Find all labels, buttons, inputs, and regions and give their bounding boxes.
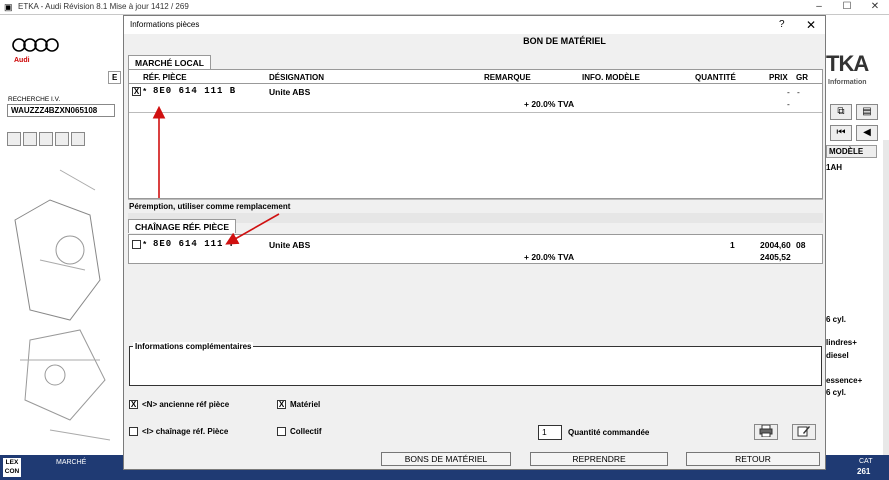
maximize-icon[interactable]: ☐ xyxy=(833,0,861,14)
app-icon: ▣ xyxy=(4,2,13,12)
row-checkbox[interactable] xyxy=(132,240,141,249)
search-label: RECHERCHE I.V. xyxy=(8,96,61,103)
row-ref: 8E0 614 111 B xyxy=(153,86,237,96)
row-prix: - xyxy=(787,87,790,97)
chainage-label: <I> chaînage réf. Pièce xyxy=(142,427,229,436)
minimize-icon[interactable]: – xyxy=(805,0,833,14)
help-icon[interactable]: ? xyxy=(779,19,785,30)
row-checkbox[interactable]: X xyxy=(132,87,141,96)
col-designation: DÉSIGNATION xyxy=(269,73,324,82)
right-text-5: essence+ xyxy=(826,376,863,385)
row-prix-ttc: - xyxy=(787,99,790,109)
col-quantite: QUANTITÉ xyxy=(695,73,736,82)
quantity-input[interactable]: 1 xyxy=(538,425,562,440)
tab-marche-local[interactable]: MARCHÉ LOCAL xyxy=(128,55,211,69)
reprendre-button[interactable]: REPRENDRE xyxy=(530,452,668,466)
row-gr: - xyxy=(797,87,800,97)
status-cat-number: 261 xyxy=(857,467,871,476)
materiel-label: Matériel xyxy=(290,400,321,409)
vin-input[interactable]: WAUZZZ4BZXN065108 xyxy=(7,104,115,117)
chainage-checkbox[interactable] xyxy=(129,427,138,436)
right-text-6: 6 cyl. xyxy=(826,388,847,397)
status-cat-label: CAT xyxy=(859,458,873,465)
table-row[interactable]: * 8E0 614 111 F Unite ABS 1 2004,60 08 +… xyxy=(129,236,822,263)
row-tva: + 20.0% TVA xyxy=(524,252,575,262)
etka-brand-sub: Information xyxy=(828,79,867,86)
collectif-label: Collectif xyxy=(290,427,322,436)
lexcom-logo: LEX CON xyxy=(3,458,21,477)
prev-icon[interactable]: ◀ xyxy=(856,125,878,141)
retour-button[interactable]: RETOUR xyxy=(686,452,820,466)
copy-icon[interactable]: ⧉ xyxy=(830,104,852,120)
row-tva: + 20.0% TVA xyxy=(524,99,575,109)
col-gr: GR xyxy=(796,73,808,82)
dialog-title: Informations pièces xyxy=(130,20,200,29)
right-background-panel: TKA Information ⧉ ▤ ⏮ ◀ MODÈLE 1AH 6 cyl… xyxy=(826,15,889,460)
parts-info-dialog: Informations pièces ? ✕ BON DE MATÉRIEL … xyxy=(123,15,826,470)
row-designation: Unite ABS xyxy=(269,87,311,97)
right-text-1: 1AH xyxy=(826,163,843,172)
first-icon[interactable]: ⏮ xyxy=(830,125,852,141)
app-title: ETKA - Audi Révision 8.1 Mise à jour 141… xyxy=(18,2,189,11)
tab-e[interactable]: E xyxy=(108,71,122,84)
row-quantite: 1 xyxy=(730,240,735,250)
right-text-3: lindres+ xyxy=(826,338,857,347)
etka-brand: TKA xyxy=(826,51,869,76)
dialog-titlebar: Informations pièces ? ✕ xyxy=(124,16,825,34)
row-prix: 2004,60 xyxy=(760,240,791,250)
tab-chainage[interactable]: CHAÎNAGE RÉF. PIÈCE xyxy=(128,219,236,233)
ancienne-checkbox[interactable]: X xyxy=(129,400,138,409)
local-market-table: RÉF. PIÈCE DÉSIGNATION REMARQUE INFO. MO… xyxy=(128,69,823,199)
col-ref: RÉF. PIÈCE xyxy=(143,73,187,82)
row-designation: Unite ABS xyxy=(269,240,311,250)
app-titlebar: ▣ ETKA - Audi Révision 8.1 Mise à jour 1… xyxy=(0,0,889,15)
ancienne-label: <N> ancienne réf pièce xyxy=(142,400,230,409)
printer-icon[interactable] xyxy=(754,424,778,440)
audi-logo-text: Audi xyxy=(14,57,30,64)
row-star: * xyxy=(143,86,147,96)
materiel-checkbox[interactable]: X xyxy=(277,400,286,409)
edit-icon[interactable] xyxy=(792,424,816,440)
chain-table: * 8E0 614 111 F Unite ABS 1 2004,60 08 +… xyxy=(128,234,823,264)
separator xyxy=(128,199,823,200)
close-icon[interactable]: ✕ xyxy=(861,0,889,14)
col-remarque: REMARQUE xyxy=(484,73,531,82)
model-column-header: MODÈLE xyxy=(826,145,877,158)
window-controls: – ☐ ✕ xyxy=(805,0,889,14)
row-star: * xyxy=(143,239,147,249)
col-info-modele: INFO. MODÈLE xyxy=(582,73,640,82)
table-header: RÉF. PIÈCE DÉSIGNATION REMARQUE INFO. MO… xyxy=(129,70,822,84)
row-prix-ttc: 2405,52 xyxy=(760,252,791,262)
right-text-4: diesel xyxy=(826,351,849,360)
complementary-info-box[interactable]: Informations complémentaires xyxy=(129,342,822,386)
table-row[interactable]: X * 8E0 614 111 B Unite ABS + 20.0% TVA … xyxy=(129,84,822,113)
status-marche-label: MARCHÉ xyxy=(56,459,87,466)
zoom-reset-icon[interactable] xyxy=(55,132,69,146)
zoom-out-icon[interactable] xyxy=(23,132,37,146)
right-scrollbar[interactable] xyxy=(883,140,889,460)
peremption-label: Péremption, utiliser comme remplacement xyxy=(129,202,291,211)
complementary-info-label: Informations complémentaires xyxy=(133,342,254,351)
left-background-panel: Audi E RECHERCHE I.V. WAUZZZ4BZXN065108 xyxy=(0,15,123,455)
page-icon[interactable]: ▤ xyxy=(856,104,878,120)
row-gr: 08 xyxy=(796,240,806,250)
magnifier-icon[interactable] xyxy=(71,132,85,146)
zoom-in-icon[interactable] xyxy=(7,132,21,146)
zoom-fit-icon[interactable] xyxy=(39,132,53,146)
col-prix: PRIX xyxy=(769,73,788,82)
quantity-label: Quantité commandée xyxy=(568,428,650,437)
right-text-2: 6 cyl. xyxy=(826,315,847,324)
dialog-heading: BON DE MATÉRIEL xyxy=(523,36,606,46)
audi-rings-logo xyxy=(12,38,59,52)
bons-de-materiel-button[interactable]: BONS DE MATÉRIEL xyxy=(381,452,511,466)
exploded-diagram-image xyxy=(14,169,111,441)
row-ref: 8E0 614 111 F xyxy=(153,239,237,249)
dialog-close-icon[interactable]: ✕ xyxy=(806,18,816,32)
collectif-checkbox[interactable] xyxy=(277,427,286,436)
